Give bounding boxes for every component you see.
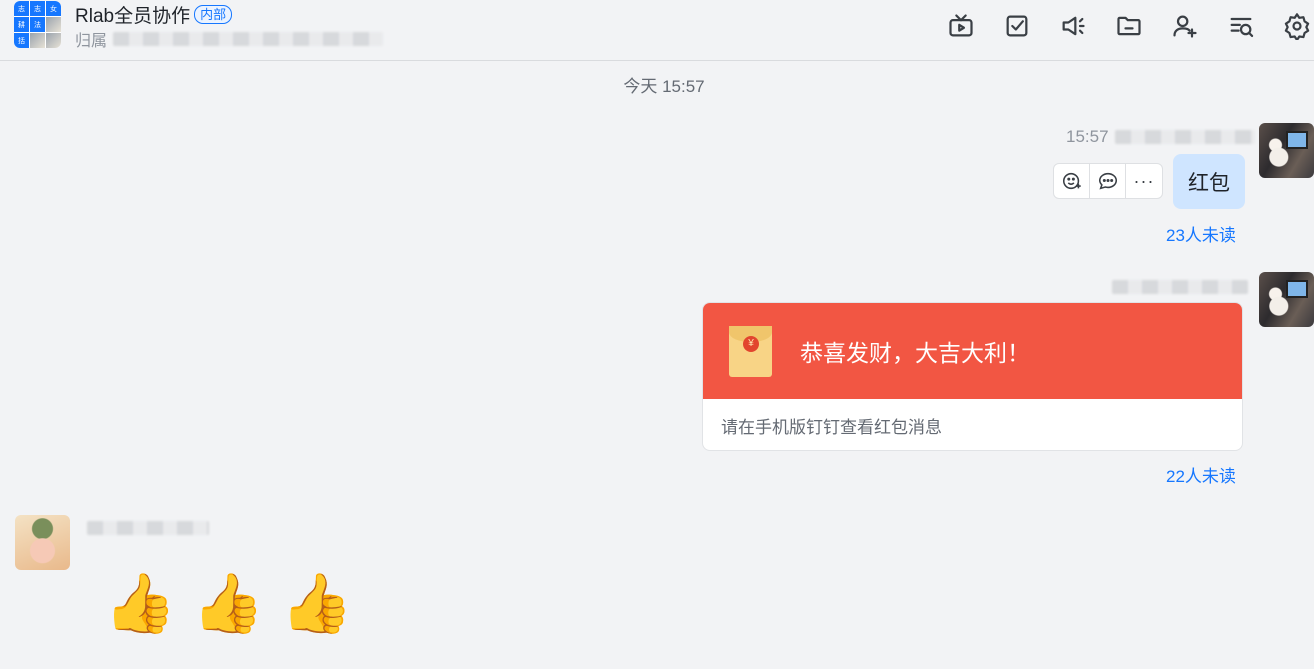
redacted-sender-name (1112, 280, 1248, 294)
avatar-cell-photo (46, 33, 61, 48)
red-envelope-greeting: 恭喜发财，大吉大利！ (800, 340, 1030, 366)
redacted-sender-name (87, 521, 209, 535)
internal-badge: 内部 (194, 4, 233, 24)
avatar-cell: 耕 (14, 17, 29, 32)
settings-icon[interactable] (1281, 10, 1313, 42)
chat-header: 志 志 女 耕 法 括 Rlab全员协作 内部 归属 (0, 0, 1314, 61)
thumbs-up-emoji: 👍 (192, 571, 265, 636)
unread-count[interactable]: 22人未读 (1166, 462, 1236, 487)
group-title-row: Rlab全员协作 内部 (75, 1, 233, 28)
group-title[interactable]: Rlab全员协作 (75, 1, 190, 28)
redacted-text (113, 32, 384, 46)
redacted-sender-name (1114, 130, 1255, 144)
announcement-icon[interactable] (1057, 10, 1089, 42)
self-avatar[interactable] (1259, 123, 1314, 178)
add-member-icon[interactable] (1169, 10, 1201, 42)
avatar-cell-photo (30, 33, 45, 48)
sender-avatar[interactable] (15, 515, 70, 570)
more-dots: ··· (1133, 171, 1155, 191)
add-reaction-icon[interactable] (1054, 164, 1090, 198)
avatar-cell: 法 (30, 17, 45, 32)
emoji-message[interactable]: 👍 👍 👍 (104, 568, 353, 640)
message-meta (1112, 280, 1248, 294)
subtitle-prefix: 归属 (75, 33, 108, 50)
yuan-coin-icon: ¥ (743, 335, 759, 352)
red-envelope-hint: 请在手机版钉钉查看红包消息 (721, 417, 942, 437)
avatar-cell: 括 (14, 33, 29, 48)
unread-count[interactable]: 23人未读 (1166, 221, 1236, 246)
red-envelope-icon: ¥ (729, 325, 772, 377)
self-message-bubble[interactable]: 红包 (1173, 154, 1245, 209)
message-meta (87, 521, 209, 535)
avatar-cell: 志 (30, 1, 45, 16)
message-actions: ··· (1053, 163, 1163, 199)
thumbs-up-emoji: 👍 (104, 571, 177, 636)
message-text: 红包 (1188, 171, 1230, 195)
red-envelope-card[interactable]: ¥ 恭喜发财，大吉大利！ 请在手机版钉钉查看红包消息 (702, 302, 1243, 451)
header-toolbar (945, 10, 1313, 42)
avatar-cell-photo (46, 17, 61, 32)
avatar-cell: 志 (14, 1, 29, 16)
group-subtitle: 归属 (75, 29, 384, 50)
time-divider: 今天 15:57 (623, 77, 705, 96)
avatar-cell: 女 (46, 1, 61, 16)
message-time: 15:57 (1066, 127, 1109, 146)
group-avatar[interactable]: 志 志 女 耕 法 括 (14, 1, 61, 48)
reply-icon[interactable] (1090, 164, 1126, 198)
red-envelope-header: ¥ 恭喜发财，大吉大利！ (703, 303, 1242, 399)
chat-window: 志 志 女 耕 法 括 Rlab全员协作 内部 归属 今天 15:57 15:5… (0, 0, 1314, 669)
tv-icon[interactable] (945, 10, 977, 42)
message-meta: 15:57 (1066, 127, 1255, 147)
self-avatar[interactable] (1259, 272, 1314, 327)
more-icon[interactable]: ··· (1126, 164, 1162, 198)
task-check-icon[interactable] (1001, 10, 1033, 42)
folder-icon[interactable] (1113, 10, 1145, 42)
search-history-icon[interactable] (1225, 10, 1257, 42)
thumbs-up-emoji: 👍 (280, 571, 353, 636)
